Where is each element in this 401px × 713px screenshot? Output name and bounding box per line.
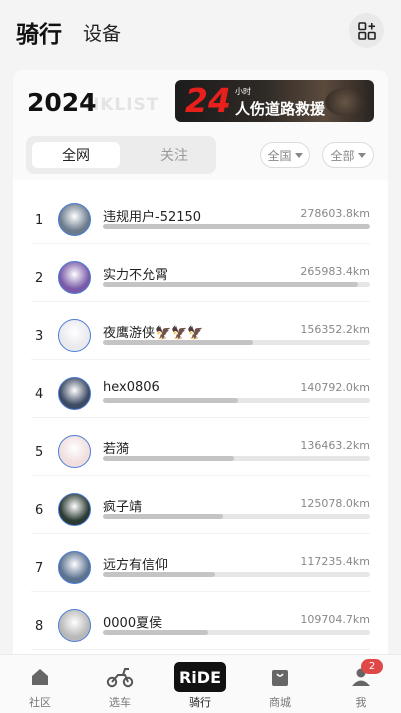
ranking-row[interactable]: 7 远方有信仰 117235.4km [13, 534, 388, 592]
distance-bar-fill [103, 572, 216, 577]
rider-name[interactable]: 实力不允霄 [103, 264, 168, 283]
notification-badge: 2 [361, 659, 383, 674]
ranking-row[interactable]: 6 疯子靖 125078.0km [13, 476, 388, 534]
motorcycle-image [325, 88, 365, 116]
distance-bar [103, 282, 370, 287]
tab-ride[interactable]: 骑行 [16, 15, 62, 49]
ranking-row[interactable]: 4 hex0806 140792.0km [13, 360, 388, 418]
type-filter-dropdown[interactable]: 全部 [322, 142, 374, 168]
scooter-icon [106, 666, 134, 688]
rider-name[interactable]: 违规用户-52150 [103, 206, 201, 225]
rider-name[interactable]: 夜鹰游侠🦅🦅🦅 [103, 322, 204, 341]
caret-down-icon [357, 152, 366, 158]
avatar[interactable] [58, 203, 91, 236]
distance-bar-fill [103, 224, 370, 229]
nav-community-label: 社区 [29, 696, 51, 709]
ride-distance: 140792.0km [300, 381, 370, 394]
grid-plus-icon[interactable] [349, 13, 384, 48]
avatar[interactable] [58, 493, 91, 526]
row-divider [31, 649, 370, 650]
nav-ride-label: 骑行 [189, 696, 211, 709]
rank-number: 2 [35, 271, 44, 286]
ride-logo-icon: RiDE [174, 662, 226, 692]
banner-text: 人伤道路救援 [235, 100, 326, 118]
distance-bar [103, 340, 370, 345]
distance-bar-fill [103, 398, 238, 403]
region-filter-dropdown[interactable]: 全国 [260, 142, 310, 168]
distance-bar [103, 572, 370, 577]
shopping-bag-icon [269, 666, 291, 688]
ride-distance: 156352.2km [300, 323, 370, 336]
distance-bar-fill [103, 456, 234, 461]
region-filter-label: 全国 [267, 148, 292, 163]
ranking-row[interactable]: 2 实力不允霄 265983.4km [13, 244, 388, 302]
avatar[interactable] [58, 377, 91, 410]
bottom-nav: 社区 选车 RiDE 骑行 商城 2 我 [0, 654, 401, 713]
rescue-banner[interactable]: 24 小时 人伤道路救援 [175, 80, 374, 122]
rider-name[interactable]: 远方有信仰 [103, 554, 168, 573]
distance-bar [103, 630, 370, 635]
avatar[interactable] [58, 261, 91, 294]
caret-down-icon [294, 152, 303, 158]
ranking-list: 1 违规用户-52150 278603.8km 2 实力不允霄 265983.4km 3 夜鹰… [13, 186, 388, 650]
distance-bar-fill [103, 282, 358, 287]
avatar[interactable] [58, 435, 91, 468]
distance-bar [103, 456, 370, 461]
banner-small-text: 小时 [235, 87, 251, 96]
nav-choose-vehicle-label: 选车 [109, 696, 131, 709]
rank-number: 1 [35, 213, 44, 228]
distance-bar [103, 224, 370, 229]
nav-ride[interactable]: RiDE 骑行 [170, 655, 230, 713]
ride-distance: 117235.4km [300, 555, 370, 568]
ride-distance: 136463.2km [300, 439, 370, 452]
distance-bar-fill [103, 630, 209, 635]
nav-me[interactable]: 2 我 [331, 655, 391, 713]
distance-bar-fill [103, 514, 223, 519]
home-icon [29, 666, 51, 688]
avatar[interactable] [58, 551, 91, 584]
distance-bar-fill [103, 340, 253, 345]
ranking-year[interactable]: 2024 [27, 88, 97, 117]
ranking-row[interactable]: 3 夜鹰游侠🦅🦅🦅 156352.2km [13, 302, 388, 360]
avatar[interactable] [58, 319, 91, 352]
rank-number: 8 [35, 619, 44, 634]
nav-community[interactable]: 社区 [10, 655, 70, 713]
rank-number: 4 [35, 387, 44, 402]
ride-distance: 278603.8km [300, 207, 370, 220]
rank-number: 7 [35, 561, 44, 576]
distance-bar [103, 398, 370, 403]
ride-distance: 265983.4km [300, 265, 370, 278]
top-bar: 骑行 设备 [0, 0, 401, 62]
rank-number: 6 [35, 503, 44, 518]
rank-number: 3 [35, 329, 44, 344]
ride-distance: 109704.7km [300, 613, 370, 626]
nav-mall-label: 商城 [269, 696, 291, 709]
tab-devices[interactable]: 设备 [83, 19, 121, 46]
segment-all-network[interactable]: 全网 [32, 142, 120, 168]
segment-following[interactable]: 关注 [134, 142, 214, 168]
nav-choose-vehicle[interactable]: 选车 [90, 655, 150, 713]
rank-number: 5 [35, 445, 44, 460]
scope-segment-control: 全网 关注 [26, 136, 216, 174]
avatar[interactable] [58, 609, 91, 642]
rider-name[interactable]: 若漪 [103, 438, 129, 457]
nav-me-label: 我 [355, 696, 367, 709]
rider-name[interactable]: hex0806 [103, 380, 160, 395]
banner-number: 24 [185, 81, 231, 120]
ranking-row[interactable]: 5 若漪 136463.2km [13, 418, 388, 476]
ranking-row[interactable]: 1 违规用户-52150 278603.8km [13, 186, 388, 244]
ranking-card-header: NKLIST 2024 24 小时 人伤道路救援 全网 关注 全国 全部 [13, 70, 388, 180]
ride-distance: 125078.0km [300, 497, 370, 510]
nav-mall[interactable]: 商城 [250, 655, 310, 713]
ranking-row[interactable]: 8 0000夏侯 109704.7km [13, 592, 388, 650]
type-filter-label: 全部 [330, 148, 355, 163]
rider-name[interactable]: 疯子靖 [103, 496, 142, 515]
distance-bar [103, 514, 370, 519]
rider-name[interactable]: 0000夏侯 [103, 612, 162, 631]
